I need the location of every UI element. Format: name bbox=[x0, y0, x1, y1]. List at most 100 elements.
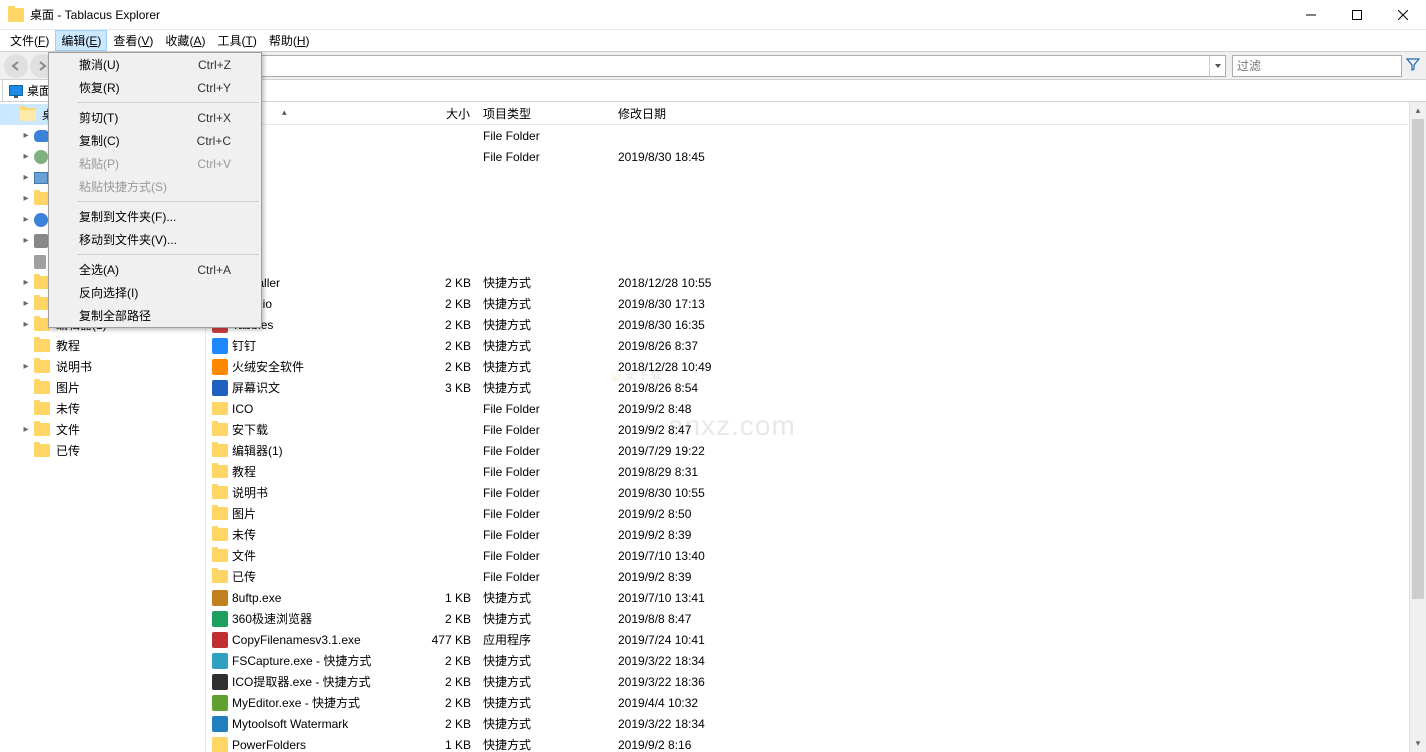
tree-item[interactable]: ▸说明书 bbox=[0, 356, 205, 377]
file-name: 屏幕识文 bbox=[232, 379, 280, 396]
address-dropdown[interactable] bbox=[1209, 56, 1225, 76]
file-date: 2019/8/8 8:47 bbox=[612, 612, 952, 626]
menu-file[interactable]: 文件(F) bbox=[4, 30, 55, 51]
file-row[interactable]: 火绒安全软件2 KB快捷方式2018/12/28 10:49 bbox=[206, 356, 1426, 377]
file-icon bbox=[212, 359, 228, 375]
file-row[interactable]: 图片File Folder2019/9/2 8:50 bbox=[206, 503, 1426, 524]
file-size: 2 KB bbox=[382, 297, 477, 311]
minimize-icon bbox=[1306, 10, 1316, 20]
menu-separator bbox=[77, 102, 259, 103]
tree-expand-icon[interactable]: ▸ bbox=[20, 172, 32, 183]
tree-expand-icon[interactable]: ▸ bbox=[20, 193, 32, 204]
menu-item-invert-selection[interactable]: 反向选择(I) bbox=[49, 281, 261, 304]
file-type: 快捷方式 bbox=[477, 736, 612, 752]
tree-item-label: 文件 bbox=[56, 421, 80, 438]
file-row[interactable]: 屏幕识文3 KB快捷方式2019/8/26 8:54 bbox=[206, 377, 1426, 398]
file-date: 2018/12/28 10:49 bbox=[612, 360, 952, 374]
file-row[interactable]: l Studio2 KB快捷方式2019/8/30 17:13 bbox=[206, 293, 1426, 314]
file-row[interactable]: 钉钉2 KB快捷方式2019/8/26 8:37 bbox=[206, 335, 1426, 356]
tree-expand-icon[interactable]: ▸ bbox=[20, 277, 32, 288]
file-row[interactable]: CopyFilenamesv3.1.exe477 KB应用程序2019/7/24… bbox=[206, 629, 1426, 650]
tree-expand-icon[interactable]: ▸ bbox=[20, 319, 32, 330]
column-date[interactable]: 修改日期 bbox=[612, 102, 952, 124]
tree-item[interactable]: 教程 bbox=[0, 335, 205, 356]
file-row[interactable]: ninstaller2 KB快捷方式2018/12/28 10:55 bbox=[206, 272, 1426, 293]
file-date: 2019/9/2 8:39 bbox=[612, 570, 952, 584]
file-row[interactable]: Tabbles2 KB快捷方式2019/8/30 16:35 bbox=[206, 314, 1426, 335]
file-row[interactable]: PowerFolders1 KB快捷方式2019/9/2 8:16 bbox=[206, 734, 1426, 752]
scroll-up-button[interactable]: ▴ bbox=[1410, 102, 1426, 119]
menu-item-redo[interactable]: 恢复(R)Ctrl+Y bbox=[49, 76, 261, 99]
file-row[interactable]: 360极速浏览器2 KB快捷方式2019/8/8 8:47 bbox=[206, 608, 1426, 629]
file-row[interactable]: FSCapture.exe - 快捷方式2 KB快捷方式2019/3/22 18… bbox=[206, 650, 1426, 671]
file-row[interactable]: 安下载File Folder2019/9/2 8:47 bbox=[206, 419, 1426, 440]
file-name: PowerFolders bbox=[232, 738, 306, 752]
file-type: 快捷方式 bbox=[477, 694, 612, 711]
tree-expand-icon[interactable]: ▸ bbox=[20, 361, 32, 372]
file-row[interactable]: 编辑器(1)File Folder2019/7/29 19:22 bbox=[206, 440, 1426, 461]
menu-item-select-all[interactable]: 全选(A)Ctrl+A bbox=[49, 258, 261, 281]
arrow-left-icon bbox=[10, 60, 22, 72]
filter-input[interactable]: 过滤 bbox=[1232, 55, 1402, 77]
file-row[interactable]: Mytoolsoft Watermark2 KB快捷方式2019/3/22 18… bbox=[206, 713, 1426, 734]
menu-item-cut[interactable]: 剪切(T)Ctrl+X bbox=[49, 106, 261, 129]
tree-item[interactable]: 未传 bbox=[0, 398, 205, 419]
file-row[interactable]: 8uftp.exe1 KB快捷方式2019/7/10 13:41 bbox=[206, 587, 1426, 608]
file-row[interactable] bbox=[206, 167, 1426, 188]
pc-icon bbox=[34, 172, 48, 184]
file-row[interactable] bbox=[206, 230, 1426, 251]
file-row[interactable]: 未传File Folder2019/9/2 8:39 bbox=[206, 524, 1426, 545]
file-row[interactable]: ICO提取器.exe - 快捷方式2 KB快捷方式2019/3/22 18:36 bbox=[206, 671, 1426, 692]
scroll-down-button[interactable]: ▾ bbox=[1410, 735, 1426, 752]
menu-item-move-to-folder[interactable]: 移动到文件夹(V)... bbox=[49, 228, 261, 251]
file-row[interactable]: ICOFile Folder2019/9/2 8:48 bbox=[206, 398, 1426, 419]
scroll-thumb[interactable] bbox=[1412, 119, 1424, 599]
filter-button[interactable] bbox=[1404, 57, 1422, 74]
tree-item[interactable]: 图片 bbox=[0, 377, 205, 398]
menu-item-copy[interactable]: 复制(C)Ctrl+C bbox=[49, 129, 261, 152]
menu-item-copy-all-paths[interactable]: 复制全部路径 bbox=[49, 304, 261, 327]
file-size: 2 KB bbox=[382, 318, 477, 332]
tree-expand-icon[interactable]: ▸ bbox=[20, 298, 32, 309]
tree-expand-icon[interactable]: ▸ bbox=[20, 235, 32, 246]
file-row[interactable]: 教程File Folder2019/8/29 8:31 bbox=[206, 461, 1426, 482]
tree-expand-icon[interactable]: ▸ bbox=[20, 424, 32, 435]
file-list[interactable]: File FolderFile Folder2019/8/30 18:45nin… bbox=[206, 125, 1426, 752]
file-row[interactable] bbox=[206, 188, 1426, 209]
column-type[interactable]: 项目类型 bbox=[477, 102, 612, 124]
file-row[interactable]: File Folder2019/8/30 18:45 bbox=[206, 146, 1426, 167]
minimize-button[interactable] bbox=[1288, 0, 1334, 29]
file-row[interactable]: File Folder bbox=[206, 125, 1426, 146]
tree-expand-icon[interactable]: ▸ bbox=[20, 214, 32, 225]
menu-favorites[interactable]: 收藏(A) bbox=[159, 30, 211, 51]
tree-expand-icon[interactable]: ▸ bbox=[20, 130, 32, 141]
file-row[interactable] bbox=[206, 209, 1426, 230]
file-name: CopyFilenamesv3.1.exe bbox=[232, 633, 361, 647]
vertical-scrollbar[interactable]: ▴ ▾ bbox=[1409, 102, 1426, 752]
folder-icon bbox=[212, 444, 228, 457]
maximize-button[interactable] bbox=[1334, 0, 1380, 29]
menu-view[interactable]: 查看(V) bbox=[107, 30, 159, 51]
menu-item-undo[interactable]: 撤消(U)Ctrl+Z bbox=[49, 53, 261, 76]
file-row[interactable]: MyEditor.exe - 快捷方式2 KB快捷方式2019/4/4 10:3… bbox=[206, 692, 1426, 713]
file-row[interactable]: 文件File Folder2019/7/10 13:40 bbox=[206, 545, 1426, 566]
menu-item-copy-to-folder[interactable]: 复制到文件夹(F)... bbox=[49, 205, 261, 228]
tree-item[interactable]: 已传 bbox=[0, 440, 205, 461]
file-row[interactable]: 已传File Folder2019/9/2 8:39 bbox=[206, 566, 1426, 587]
file-type: 快捷方式 bbox=[477, 337, 612, 354]
file-size: 2 KB bbox=[382, 696, 477, 710]
menu-help[interactable]: 帮助(H) bbox=[263, 30, 316, 51]
close-button[interactable] bbox=[1380, 0, 1426, 29]
file-type: 快捷方式 bbox=[477, 589, 612, 606]
column-size[interactable]: 大小 bbox=[382, 102, 477, 124]
file-row[interactable] bbox=[206, 251, 1426, 272]
tree-expand-icon[interactable]: ▸ bbox=[20, 151, 32, 162]
tree-item[interactable]: ▸ 文件 bbox=[0, 419, 205, 440]
back-button[interactable] bbox=[4, 54, 28, 78]
file-date: 2019/9/2 8:48 bbox=[612, 402, 952, 416]
menu-edit[interactable]: 编辑(E) bbox=[55, 30, 107, 51]
menu-tools[interactable]: 工具(T) bbox=[211, 30, 262, 51]
file-row[interactable]: 说明书File Folder2019/8/30 10:55 bbox=[206, 482, 1426, 503]
file-type: File Folder bbox=[477, 423, 612, 437]
filter-placeholder: 过滤 bbox=[1237, 57, 1261, 74]
